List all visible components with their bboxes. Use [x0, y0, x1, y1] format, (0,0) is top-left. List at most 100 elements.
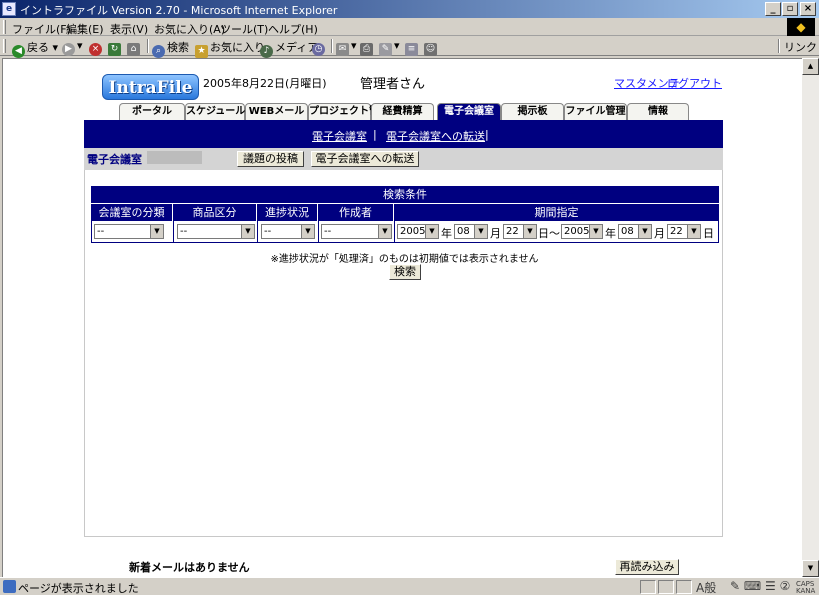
stop-button[interactable]: ×	[89, 39, 104, 56]
category-select[interactable]: -- ▼	[94, 224, 164, 239]
transfer-button[interactable]: 電子会議室への転送	[311, 151, 419, 167]
tab-schedule[interactable]: スケジュール	[185, 103, 245, 120]
search-note: ※進捗状況が「処理済」のものは初期値では表示されません	[270, 254, 539, 265]
day-unit: 日	[703, 227, 714, 240]
dropdown-arrow-icon: ▼	[589, 225, 602, 238]
to-year-select[interactable]: 2005 ▼	[561, 224, 603, 239]
favorites-button[interactable]: ★ お気に入り	[195, 39, 265, 58]
day-range-unit: 日～	[538, 227, 560, 240]
dropdown-arrow-icon: ▼	[425, 225, 438, 238]
post-topic-button[interactable]: 議題の投稿	[237, 151, 304, 167]
links-button[interactable]: リンク »	[784, 39, 819, 55]
menu-edit[interactable]: 編集(E)	[66, 21, 104, 37]
scroll-up-icon[interactable]: ▲	[802, 58, 819, 75]
ie-icon: e	[2, 2, 16, 16]
from-month-select[interactable]: 08 ▼	[454, 224, 488, 239]
dropdown-arrow-icon: ▼	[687, 225, 700, 238]
nav-separator: |	[485, 128, 489, 141]
dropdown-arrow-icon: ▼	[241, 225, 254, 238]
refresh-button[interactable]: ↻	[108, 39, 123, 56]
back-arrow-icon: ◀	[12, 45, 25, 58]
month-unit: 月	[490, 227, 501, 240]
month-unit: 月	[654, 227, 665, 240]
menu-tools[interactable]: ツール(T)	[220, 21, 268, 37]
logout-link[interactable]: ログアウト	[667, 75, 722, 91]
edit-icon: ✎	[379, 43, 392, 56]
scroll-down-icon[interactable]: ▼	[802, 560, 819, 577]
edit-button[interactable]: ✎ ▾	[379, 39, 400, 56]
section-title-background	[147, 151, 202, 164]
transfer-link[interactable]: 電子会議室への転送	[386, 128, 485, 144]
column-divider	[318, 221, 319, 242]
intrafile-logo[interactable]: IntraFile	[102, 74, 199, 100]
vertical-scrollbar[interactable]: ▲ ▼	[802, 58, 819, 577]
menu-view[interactable]: 表示(V)	[110, 21, 148, 37]
section-title: 電子会議室	[87, 153, 142, 166]
mail-icon: ✉	[336, 43, 349, 56]
search-column-headers: 会議室の分類 商品区分 進捗状況 作成者 期間指定	[91, 203, 719, 222]
ime-toolbar-icon[interactable]: ✎ ⌨ ☰ ②	[730, 579, 790, 593]
history-icon: ◷	[312, 43, 325, 56]
menu-grip	[3, 20, 6, 34]
section-header: 電子会議室 議題の投稿 電子会議室への転送	[84, 148, 723, 170]
to-day-select[interactable]: 22 ▼	[667, 224, 701, 239]
back-button[interactable]: ◀ 戻る ▾	[12, 39, 58, 58]
menu-help[interactable]: ヘルプ(H)	[268, 21, 318, 37]
forward-arrow-icon: ▶	[62, 43, 75, 56]
from-day-select[interactable]: 22 ▼	[503, 224, 537, 239]
windows-logo-icon: ◆	[787, 18, 815, 36]
tab-project[interactable]: プロジェクト管理	[308, 103, 389, 120]
toolbar-separator	[778, 39, 780, 53]
tab-file-management[interactable]: ファイル管理	[564, 103, 627, 120]
page-viewport: IntraFile 2005年8月22日(月曜日) 管理者さん マスタメンテ ロ…	[2, 58, 802, 577]
product-select[interactable]: -- ▼	[177, 224, 255, 239]
print-button[interactable]: ⎙	[360, 39, 375, 56]
dropdown-arrow-icon: ▼	[523, 225, 536, 238]
menu-file[interactable]: ファイル(F)	[12, 21, 71, 37]
status-panel	[676, 580, 692, 594]
menu-favorites[interactable]: お気に入り(A)	[154, 21, 225, 37]
caps-kana-icon: CAPS KANA	[796, 580, 816, 595]
status-select[interactable]: -- ▼	[261, 224, 315, 239]
author-select[interactable]: -- ▼	[321, 224, 392, 239]
search-button[interactable]: ⌕ 検索	[152, 39, 189, 58]
tab-portal[interactable]: ポータル	[119, 103, 185, 120]
search-icon: ⌕	[152, 45, 165, 58]
messenger-button[interactable]: ☺	[424, 39, 439, 56]
mail-button[interactable]: ✉ ▾	[336, 39, 357, 56]
history-button[interactable]: ◷	[312, 39, 327, 56]
column-divider	[173, 221, 174, 242]
search-conditions: 検索条件 会議室の分類 商品区分 進捗状況 作成者 期間指定 -- ▼ -- ▼ -…	[91, 186, 719, 243]
close-button[interactable]: ×	[800, 2, 816, 16]
from-year-select[interactable]: 2005 ▼	[397, 224, 439, 239]
col-period: 期間指定	[534, 206, 579, 219]
conference-link[interactable]: 電子会議室	[312, 128, 367, 144]
window-title: イントラファイル Version 2.70 - Microsoft Intern…	[20, 4, 338, 17]
search-filter-row: -- ▼ -- ▼ -- ▼ -- ▼ 2005 ▼ 年 08 ▼ 月 22 ▼ 日～ 200…	[91, 221, 719, 243]
browser-toolbar: ◀ 戻る ▾ ▶ ▾ × ↻ ⌂ ⌕ 検索 ★ お気に入り ♪ メディア ◷ ✉ ▾ ⎙ ✎…	[0, 36, 819, 58]
current-date: 2005年8月22日(月曜日)	[203, 77, 327, 90]
main-content: 検索条件 会議室の分類 商品区分 進捗状況 作成者 期間指定 -- ▼ -- ▼ -…	[84, 170, 723, 537]
discuss-button[interactable]: ≡	[405, 39, 420, 56]
ime-indicator[interactable]: A般	[696, 579, 716, 595]
to-month-select[interactable]: 08 ▼	[618, 224, 652, 239]
mail-notice: 新着メールはありません	[129, 561, 250, 574]
refresh-icon: ↻	[108, 43, 121, 56]
tab-info[interactable]: 情報	[627, 103, 689, 120]
menu-bar: ファイル(F) 編集(E) 表示(V) お気に入り(A) ツール(T) ヘルプ(…	[0, 18, 819, 36]
tab-bulletin[interactable]: 掲示板	[501, 103, 564, 120]
minimize-button[interactable]: _	[765, 2, 781, 16]
dropdown-arrow-icon: ▼	[301, 225, 314, 238]
maximize-button[interactable]: ▫	[782, 2, 798, 16]
reload-button[interactable]: 再読み込み	[615, 559, 679, 575]
media-button[interactable]: ♪ メディア	[260, 39, 318, 58]
tab-expense[interactable]: 経費精算	[371, 103, 434, 120]
status-bar: ページが表示されました A般 ✎ ⌨ ☰ ② CAPS KANA	[0, 577, 819, 595]
media-icon: ♪	[260, 45, 273, 58]
home-button[interactable]: ⌂	[127, 39, 142, 56]
tab-conference[interactable]: 電子会議室	[437, 103, 501, 120]
tab-webmail[interactable]: WEBメール	[245, 103, 308, 120]
search-submit-button[interactable]: 検索	[389, 264, 421, 280]
col-category: 会議室の分類	[91, 204, 173, 222]
forward-button[interactable]: ▶ ▾	[62, 39, 83, 56]
